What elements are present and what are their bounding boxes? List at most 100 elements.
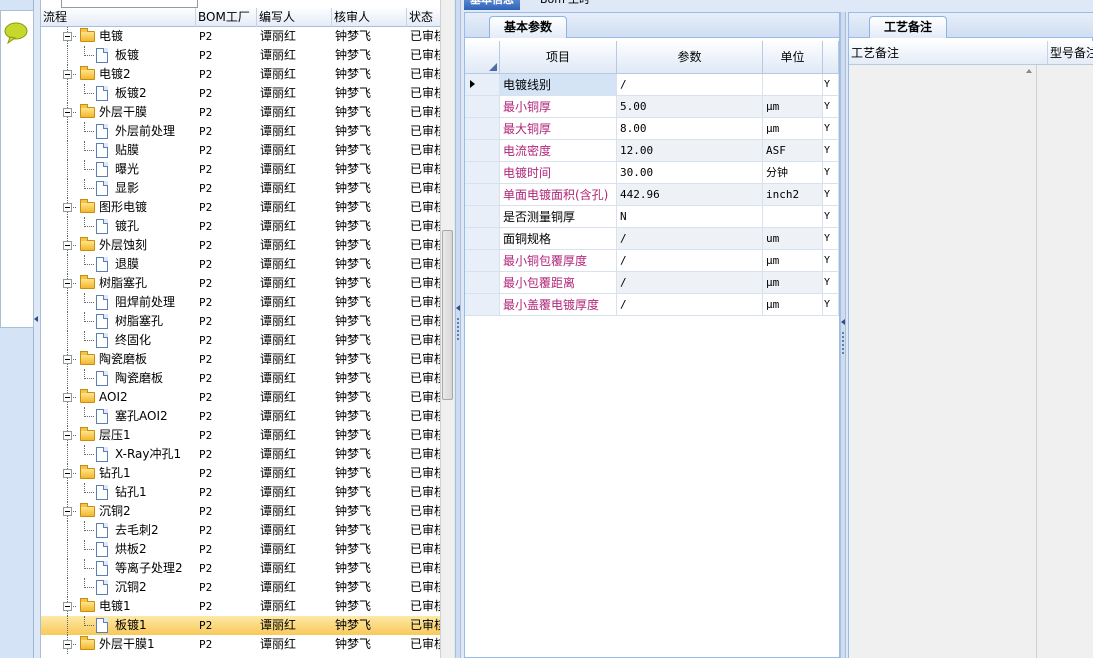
- tree-node[interactable]: 陶瓷磨板: [41, 350, 196, 369]
- param-row[interactable]: 电镀线别 / Y: [465, 74, 839, 96]
- param-row[interactable]: 是否测量铜厚 N Y: [465, 206, 839, 228]
- row-indicator[interactable]: [465, 184, 500, 206]
- tree-row[interactable]: 图形电镀 P2 谭丽红 钟梦飞 已审核: [41, 198, 440, 217]
- tree-row[interactable]: 贴膜 P2 谭丽红 钟梦飞 已审核: [41, 141, 440, 160]
- collapse-toggle-icon[interactable]: [63, 279, 72, 288]
- tree-row[interactable]: 烘板2 P2 谭丽红 钟梦飞 已审核: [41, 540, 440, 559]
- tree-row[interactable]: X-Ray冲孔1 P2 谭丽红 钟梦飞 已审核: [41, 445, 440, 464]
- collapse-toggle-icon[interactable]: [63, 640, 72, 649]
- row-indicator[interactable]: [465, 206, 500, 228]
- collapse-arrow-icon[interactable]: [34, 316, 38, 322]
- param-value[interactable]: /: [617, 228, 763, 250]
- right-splitter-arrow-icon[interactable]: [841, 319, 845, 325]
- tree-row[interactable]: 板镀 P2 谭丽红 钟梦飞 已审核: [41, 46, 440, 65]
- tree-header-reviewer[interactable]: 核审人: [332, 8, 407, 27]
- tree-node[interactable]: 板镀: [41, 46, 196, 65]
- tree-node[interactable]: 去毛刺2: [41, 521, 196, 540]
- tree-node[interactable]: 电镀: [41, 27, 196, 46]
- row-indicator[interactable]: [465, 74, 500, 96]
- param-value[interactable]: /: [617, 74, 763, 96]
- row-indicator[interactable]: [465, 140, 500, 162]
- tree-node[interactable]: 塞孔AOI2: [41, 407, 196, 426]
- param-value[interactable]: /: [617, 272, 763, 294]
- collapse-toggle-icon[interactable]: [63, 355, 72, 364]
- tree-node[interactable]: 板镀2: [41, 84, 196, 103]
- collapse-toggle-icon[interactable]: [63, 241, 72, 250]
- tree-node[interactable]: 沉铜2: [41, 502, 196, 521]
- param-row[interactable]: 单面电镀面积(含孔) 442.96 inch2 Y: [465, 184, 839, 206]
- tree-node[interactable]: 沉铜2: [41, 578, 196, 597]
- tree-node[interactable]: 镀孔: [41, 217, 196, 236]
- tree-row[interactable]: 沉铜2 P2 谭丽红 钟梦飞 已审核: [41, 578, 440, 597]
- tree-header-bom[interactable]: BOM工厂: [196, 8, 257, 27]
- tree-row[interactable]: 塞孔AOI2 P2 谭丽红 钟梦飞 已审核: [41, 407, 440, 426]
- tree-row[interactable]: 电镀1 P2 谭丽红 钟梦飞 已审核: [41, 597, 440, 616]
- param-value[interactable]: /: [617, 250, 763, 272]
- tree-row[interactable]: 镀孔 P2 谭丽红 钟梦飞 已审核: [41, 217, 440, 236]
- row-indicator[interactable]: [465, 294, 500, 316]
- collapse-toggle-icon[interactable]: [63, 507, 72, 516]
- param-value[interactable]: 5.00: [617, 96, 763, 118]
- header-param[interactable]: 参数: [617, 41, 763, 74]
- tab-work-hours[interactable]: 工时: [562, 0, 596, 10]
- collapse-toggle-icon[interactable]: [63, 203, 72, 212]
- tree-row[interactable]: 电镀 P2 谭丽红 钟梦飞 已审核: [41, 27, 440, 46]
- header-unit[interactable]: 单位: [763, 41, 823, 74]
- param-row[interactable]: 面铜规格 / um Y: [465, 228, 839, 250]
- header-process-notes[interactable]: 工艺备注: [849, 41, 1048, 65]
- tree-row[interactable]: 板镀2 P2 谭丽红 钟梦飞 已审核: [41, 84, 440, 103]
- tree-row[interactable]: 等离子处理2 P2 谭丽红 钟梦飞 已审核: [41, 559, 440, 578]
- param-row[interactable]: 最小铜厚 5.00 μm Y: [465, 96, 839, 118]
- tree-node[interactable]: AOI2: [41, 388, 196, 407]
- tree-filter-input[interactable]: [61, 0, 198, 8]
- right-splitter[interactable]: [840, 12, 846, 658]
- collapse-toggle-icon[interactable]: [63, 469, 72, 478]
- param-value[interactable]: N: [617, 206, 763, 228]
- param-row[interactable]: 最小铜包覆厚度 / μm Y: [465, 250, 839, 272]
- header-item[interactable]: 项目: [500, 41, 617, 74]
- tree-vertical-scrollbar[interactable]: [440, 0, 454, 658]
- tree-row[interactable]: 退膜 P2 谭丽红 钟梦飞 已审核: [41, 255, 440, 274]
- tree-node[interactable]: 外层干膜1: [41, 635, 196, 654]
- tree-row[interactable]: 树脂塞孔 P2 谭丽红 钟梦飞 已审核: [41, 312, 440, 331]
- row-indicator[interactable]: [465, 96, 500, 118]
- row-indicator[interactable]: [465, 250, 500, 272]
- param-value[interactable]: 442.96: [617, 184, 763, 206]
- tree-node[interactable]: 电镀1: [41, 597, 196, 616]
- tree-node[interactable]: 树脂塞孔: [41, 312, 196, 331]
- tree-row[interactable]: 曝光 P2 谭丽红 钟梦飞 已审核: [41, 160, 440, 179]
- tree-node[interactable]: 电镀2: [41, 65, 196, 84]
- tree-row[interactable]: 外层蚀刻 P2 谭丽红 钟梦飞 已审核: [41, 236, 440, 255]
- splitter-arrow-icon[interactable]: [456, 305, 460, 311]
- tree-node[interactable]: 钻孔1: [41, 483, 196, 502]
- tree-node[interactable]: 阻焊前处理: [41, 293, 196, 312]
- tree-node[interactable]: 外层干膜: [41, 103, 196, 122]
- tab-basic-info[interactable]: 基本信息: [464, 0, 520, 10]
- grid-corner[interactable]: [465, 41, 500, 74]
- tree-row[interactable]: 电镀2 P2 谭丽红 钟梦飞 已审核: [41, 65, 440, 84]
- tree-node[interactable]: 层压1: [41, 426, 196, 445]
- tree-row[interactable]: 树脂塞孔 P2 谭丽红 钟梦飞 已审核: [41, 274, 440, 293]
- tree-node[interactable]: 陶瓷磨板: [41, 369, 196, 388]
- tree-node[interactable]: 外层前处理: [41, 122, 196, 141]
- tree-row[interactable]: 钻孔1 P2 谭丽红 钟梦飞 已审核: [41, 464, 440, 483]
- row-indicator[interactable]: [465, 272, 500, 294]
- header-flag[interactable]: [823, 41, 839, 74]
- tree-node[interactable]: 终固化: [41, 331, 196, 350]
- tree-header-author[interactable]: 编写人: [257, 8, 332, 27]
- speech-bubble-icon[interactable]: [4, 22, 28, 44]
- param-value[interactable]: 8.00: [617, 118, 763, 140]
- process-notes-area[interactable]: [849, 65, 1038, 658]
- tree-row[interactable]: AOI2 P2 谭丽红 钟梦飞 已审核: [41, 388, 440, 407]
- tree-scroll-thumb[interactable]: [442, 230, 453, 400]
- param-value[interactable]: /: [617, 294, 763, 316]
- tree-row[interactable]: 外层前处理 P2 谭丽红 钟梦飞 已审核: [41, 122, 440, 141]
- tree-node[interactable]: 烘板2: [41, 540, 196, 559]
- tree-node[interactable]: 退膜: [41, 255, 196, 274]
- param-value[interactable]: 12.00: [617, 140, 763, 162]
- tree-row[interactable]: 去毛刺2 P2 谭丽红 钟梦飞 已审核: [41, 521, 440, 540]
- param-value[interactable]: 30.00: [617, 162, 763, 184]
- tree-node[interactable]: 等离子处理2: [41, 559, 196, 578]
- collapse-toggle-icon[interactable]: [63, 70, 72, 79]
- tree-node[interactable]: X-Ray冲孔1: [41, 445, 196, 464]
